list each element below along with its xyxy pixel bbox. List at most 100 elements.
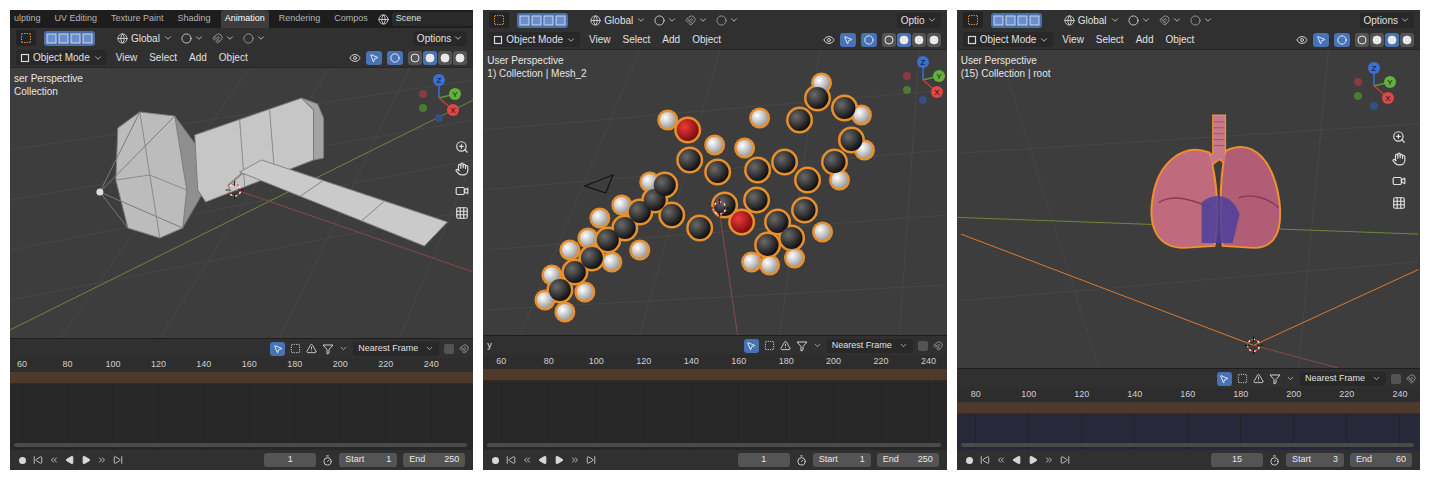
box-select-icon[interactable] <box>764 340 775 351</box>
mode-new-icon[interactable] <box>993 15 1004 26</box>
options-dropdown[interactable]: Options <box>1360 13 1414 28</box>
jump-end-icon[interactable] <box>1060 455 1070 465</box>
overlay-toggle[interactable] <box>387 51 403 65</box>
3d-cursor-icon[interactable] <box>1244 336 1262 354</box>
preview-range-icon[interactable] <box>322 455 333 466</box>
overlay-toggle[interactable] <box>861 33 877 47</box>
play-reverse-icon[interactable] <box>65 455 75 465</box>
camera-icon[interactable] <box>455 184 469 198</box>
snap-toggle[interactable] <box>1159 15 1182 26</box>
menu-item[interactable]: View <box>1059 32 1087 47</box>
gizmo-toggle[interactable] <box>366 51 382 65</box>
scrollbar[interactable] <box>961 443 1414 447</box>
menu-item[interactable]: Object <box>216 50 251 65</box>
warning-icon[interactable] <box>1253 373 1264 384</box>
orientation-dropdown[interactable]: Global <box>117 31 173 46</box>
play-icon[interactable] <box>554 455 564 465</box>
select-box-icon[interactable] <box>20 32 32 44</box>
jump-end-icon[interactable] <box>586 455 596 465</box>
select-box-icon[interactable] <box>493 14 505 26</box>
start-frame-field[interactable]: Start1 <box>339 453 397 467</box>
select-tool[interactable] <box>963 12 983 28</box>
shading-button[interactable] <box>423 51 437 65</box>
options-dropdown[interactable]: Optio <box>897 13 941 28</box>
orientation-dropdown[interactable]: Global <box>590 13 646 28</box>
workspace-tab[interactable]: Animation <box>221 10 269 28</box>
proportional-toggle[interactable] <box>1190 15 1213 26</box>
play-reverse-icon[interactable] <box>538 455 548 465</box>
snap-toggle[interactable] <box>444 344 454 354</box>
satellite-model[interactable] <box>96 98 447 246</box>
navigation-gizmo[interactable]: ZYX <box>417 72 463 124</box>
play-icon[interactable] <box>81 455 91 465</box>
current-frame-field[interactable]: 15 <box>1211 453 1263 467</box>
shading-button[interactable] <box>438 51 452 65</box>
shading-button[interactable] <box>453 51 467 65</box>
warning-icon[interactable] <box>780 340 791 351</box>
3d-viewport[interactable]: User Perspective1) Collection | Mesh_2ZY… <box>483 50 946 335</box>
frame-ruler[interactable]: 6080100120140160180200220240 <box>483 355 946 369</box>
workspace-tab[interactable]: Shading <box>174 10 215 28</box>
mode-dropdown[interactable]: Object Mode <box>16 50 107 65</box>
end-frame-field[interactable]: End250 <box>877 453 939 467</box>
scene-field[interactable]: Scene <box>392 12 474 26</box>
workspace-tab[interactable]: UV Editing <box>51 10 102 28</box>
shading-button[interactable] <box>1385 33 1399 47</box>
menu-item[interactable]: Select <box>620 32 654 47</box>
current-frame-field[interactable]: 1 <box>738 453 790 467</box>
menu-item[interactable]: View <box>113 50 141 65</box>
preview-range-icon[interactable] <box>796 455 807 466</box>
box-select-icon[interactable] <box>1237 373 1248 384</box>
mode-intersect-icon[interactable] <box>555 15 566 26</box>
filter-icon[interactable] <box>1269 373 1281 385</box>
timeline-menu-label[interactable]: y <box>487 339 492 353</box>
workspace-tab[interactable]: Rendering <box>275 10 325 28</box>
pan-hand-icon[interactable] <box>455 162 469 176</box>
mode-extend-icon[interactable] <box>1005 15 1016 26</box>
pan-hand-icon[interactable] <box>1392 152 1406 166</box>
select-tool-button[interactable] <box>744 339 759 353</box>
orientation-dropdown[interactable]: Global <box>1064 13 1120 28</box>
dopesheet-area[interactable] <box>483 381 946 450</box>
current-frame-field[interactable]: 1 <box>264 453 316 467</box>
camera-object-icon[interactable] <box>585 175 613 193</box>
snap-toggle[interactable] <box>212 33 235 44</box>
gizmo-toggle[interactable] <box>840 33 856 47</box>
menu-item[interactable]: Select <box>1093 32 1127 47</box>
mode-new-icon[interactable] <box>46 33 57 44</box>
filter-icon[interactable] <box>322 343 334 355</box>
menu-item[interactable]: Object <box>1162 32 1197 47</box>
pivot-dropdown[interactable] <box>1128 15 1151 26</box>
jump-start-icon[interactable] <box>506 455 516 465</box>
start-frame-field[interactable]: Start1 <box>813 453 871 467</box>
menu-item[interactable]: Add <box>659 32 683 47</box>
3d-cursor-icon[interactable] <box>711 199 729 217</box>
shading-button[interactable] <box>408 51 422 65</box>
navigation-gizmo[interactable]: ZYX <box>901 54 947 106</box>
prev-keyframe-icon[interactable] <box>49 455 59 465</box>
menu-item[interactable]: View <box>586 32 614 47</box>
camera-icon[interactable] <box>1392 174 1406 188</box>
options-dropdown[interactable]: Options <box>413 31 467 46</box>
grid-icon[interactable] <box>455 206 469 220</box>
magnet-icon[interactable] <box>933 341 943 351</box>
play-reverse-icon[interactable] <box>1012 455 1022 465</box>
mode-subtract-icon[interactable] <box>543 15 554 26</box>
scrollbar[interactable] <box>14 443 467 447</box>
prev-keyframe-icon[interactable] <box>522 455 532 465</box>
mode-intersect-icon[interactable] <box>1029 15 1040 26</box>
visibility-icon[interactable] <box>823 34 835 46</box>
dopesheet-area[interactable] <box>957 414 1420 450</box>
viewport-scene[interactable] <box>483 50 946 335</box>
mode-intersect-icon[interactable] <box>82 33 93 44</box>
preview-range-icon[interactable] <box>1269 455 1280 466</box>
menu-item[interactable]: Add <box>186 50 210 65</box>
workspace-tab[interactable]: Texture Paint <box>107 10 168 28</box>
select-tool[interactable] <box>16 30 36 46</box>
pivot-dropdown[interactable] <box>181 33 204 44</box>
snap-toggle[interactable] <box>1391 374 1401 384</box>
select-tool-button[interactable] <box>1217 372 1232 386</box>
filter-icon[interactable] <box>796 340 808 352</box>
proportional-toggle[interactable] <box>716 15 739 26</box>
record-icon[interactable] <box>965 456 974 465</box>
